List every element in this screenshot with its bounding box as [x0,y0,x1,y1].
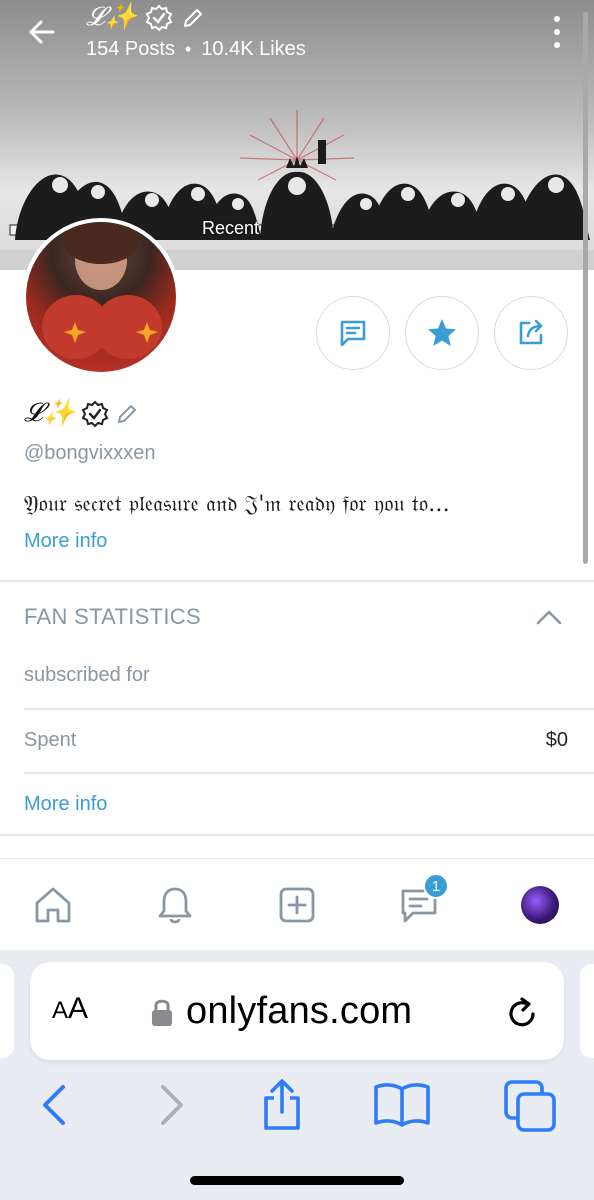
fan-statistics-header: FAN STATISTICS [24,604,201,629]
page-scrollbar[interactable] [583,12,588,564]
cover-profile-name: 𝓛✨ [86,2,205,33]
back-button[interactable] [22,12,62,52]
verified-badge-icon [81,400,109,427]
profile-bio: 𝔜𝔬𝔲𝔯 𝔰𝔢𝔠𝔯𝔢𝔱 𝔭𝔩𝔢𝔞𝔰𝔲𝔯𝔢 𝔞𝔫𝔡 𝔍'𝔪 𝔯𝔢𝔞𝔡𝔶 𝔣𝔬𝔯 𝔶… [24,492,450,517]
fan-stats-more-info-link[interactable]: More info [24,793,107,816]
plus-square-icon [279,887,315,923]
favorite-button[interactable] [405,296,479,370]
aa-big-label: A [68,992,89,1025]
spent-value: $0 [545,729,568,751]
edit-pencil-icon [184,8,203,27]
home-icon [35,887,71,923]
nav-notifications[interactable] [151,881,199,929]
bio-more-info-link[interactable]: More info [24,530,107,553]
profile-handle: @bongvixxxen [24,442,156,464]
star-icon [428,319,456,346]
book-icon [374,1083,430,1127]
avatar-image [26,222,176,372]
avatar-photo-icon [42,222,162,359]
home-indicator[interactable] [190,1176,404,1185]
more-options-button[interactable] [542,14,572,50]
tabs-icon [504,1080,556,1132]
browser-forward-button[interactable] [142,1078,202,1132]
verified-badge-icon [145,4,173,31]
more-dot-icon [554,16,560,22]
nav-new-post[interactable] [273,881,321,929]
posts-count: 154 Posts [86,38,175,60]
subscribed-for-label: subscribed for [24,664,150,686]
edit-pencil-icon [118,404,137,423]
browser-bookmarks-button[interactable] [372,1078,432,1132]
likes-count: 10.4K Likes [201,38,306,60]
browser-back-button[interactable] [24,1078,84,1132]
arrow-left-icon [29,20,55,44]
profile-name-row: 𝓛✨ [24,398,139,429]
more-dot-icon [554,29,560,35]
browser-chrome: AA onlyfans.com [0,950,594,1200]
more-dot-icon [554,42,560,48]
profile-avatar[interactable] [22,218,180,376]
bottom-nav-bar: 1 [0,858,594,950]
nav-messages[interactable]: 1 [395,873,449,929]
chevron-right-icon [161,1085,183,1125]
message-button[interactable] [316,296,390,370]
row-divider [24,708,594,710]
address-bar[interactable]: AA onlyfans.com [30,962,564,1060]
messages-badge: 1 [423,873,449,899]
chevron-left-icon [43,1085,65,1125]
chevron-up-icon[interactable] [534,606,564,628]
reload-icon[interactable] [502,994,542,1034]
browser-tabs-button[interactable] [500,1078,560,1132]
url-text: onlyfans.com [186,990,413,1032]
cover-top-bar: 𝓛✨ 154 Posts • 10.4K Likes [0,0,594,90]
browser-share-button[interactable] [252,1078,312,1132]
lock-icon [152,999,172,1026]
url-display[interactable]: onlyfans.com [150,990,412,1033]
message-icon [340,320,366,347]
section-divider [0,580,594,582]
cover-recent-label: Recent [202,218,260,238]
avatar [521,886,559,924]
row-divider [24,772,594,774]
nav-profile[interactable] [516,881,564,929]
bell-icon [158,887,192,924]
cover-display-name: 𝓛✨ [86,2,138,32]
section-divider [0,834,594,836]
display-name: 𝓛✨ [24,398,76,428]
profile-page: 𝓛✨ 154 Posts • 10.4K Likes Recent 𝓛✨ @bo… [0,0,594,1200]
cover-stats: 154 Posts • 10.4K Likes [86,38,306,61]
nav-home[interactable] [29,881,77,929]
share-icon [519,319,543,345]
share-button[interactable] [494,296,568,370]
aa-small-label: A [52,997,69,1024]
next-tab-peek[interactable] [580,964,594,1058]
reader-aa-button[interactable]: AA [52,992,88,1026]
spent-label: Spent [24,729,77,751]
previous-tab-peek[interactable] [0,964,14,1058]
stats-separator: • [184,39,192,59]
share-icon [264,1079,300,1130]
